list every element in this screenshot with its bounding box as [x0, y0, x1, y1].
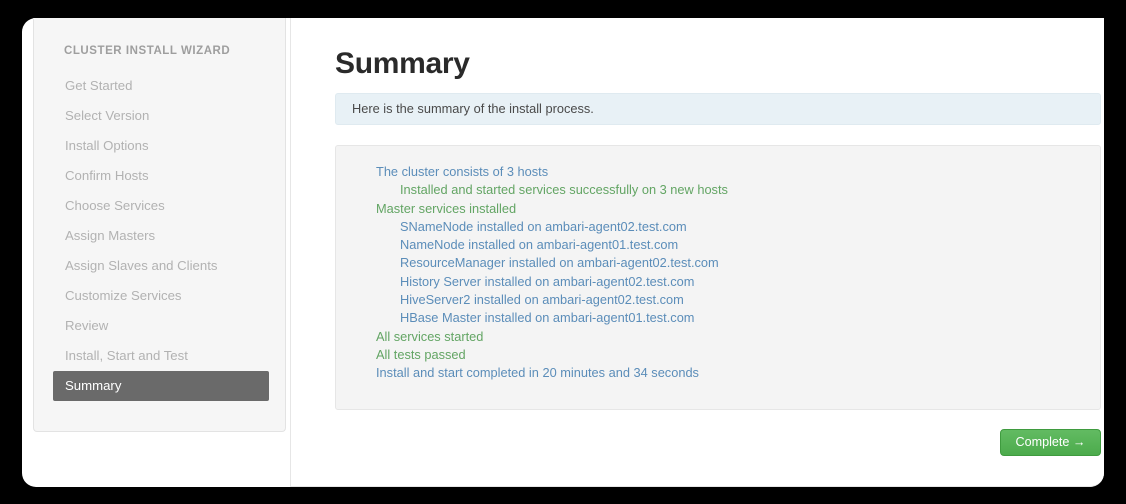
summary-line: NameNode installed on ambari-agent01.tes…	[400, 237, 679, 253]
sidebar-nav-list: Get Started Select Version Install Options…	[53, 71, 269, 401]
summary-line: All services started	[376, 328, 484, 344]
wizard-page: CLUSTER INSTALL WIZARD Get Started Select…	[22, 18, 1104, 487]
sidebar-item-assign-masters[interactable]: Assign Masters	[53, 221, 269, 251]
summary-line: HBase Master installed on ambari-agent01…	[400, 310, 695, 326]
sidebar-item-install-options[interactable]: Install Options	[53, 131, 269, 161]
complete-button[interactable]: Complete →	[1000, 429, 1101, 456]
sidebar-item-select-version[interactable]: Select Version	[53, 101, 269, 131]
summary-line: History Server installed on ambari-agent…	[400, 273, 695, 289]
sidebar-item-choose-services[interactable]: Choose Services	[53, 191, 269, 221]
sidebar-item-get-started[interactable]: Get Started	[53, 71, 269, 101]
summary-line: Installed and started services successfu…	[400, 182, 728, 198]
sidebar-item-install-start-and-test[interactable]: Install, Start and Test	[53, 341, 269, 371]
main-content: Summary Here is the summary of the insta…	[290, 18, 1104, 487]
summary-panel: The cluster consists of 3 hosts Installed…	[335, 145, 1101, 410]
summary-line: The cluster consists of 3 hosts	[376, 164, 549, 179]
info-alert-text: Here is the summary of the install proce…	[352, 101, 594, 116]
summary-line: HiveServer2 installed on ambari-agent02.…	[400, 292, 684, 308]
sidebar-item-customize-services[interactable]: Customize Services	[53, 281, 269, 311]
sidebar-item-review[interactable]: Review	[53, 311, 269, 341]
sidebar: CLUSTER INSTALL WIZARD Get Started Select…	[33, 18, 286, 432]
sidebar-item-confirm-hosts[interactable]: Confirm Hosts	[53, 161, 269, 191]
summary-line: All tests passed	[376, 346, 466, 362]
sidebar-item-summary[interactable]: Summary	[53, 371, 269, 401]
summary-line: Master services installed	[376, 200, 517, 216]
sidebar-item-assign-slaves-and-clients[interactable]: Assign Slaves and Clients	[53, 251, 269, 281]
info-alert-bar: Here is the summary of the install proce…	[335, 93, 1101, 125]
summary-line-list: The cluster consists of 3 hosts Installed…	[376, 163, 728, 383]
summary-line: SNameNode installed on ambari-agent02.te…	[400, 218, 687, 234]
summary-line: Install and start completed in 20 minute…	[376, 365, 699, 381]
page-title: Summary	[335, 47, 470, 80]
sidebar-title: CLUSTER INSTALL WIZARD	[64, 45, 231, 57]
summary-line: ResourceManager installed on ambari-agen…	[400, 255, 719, 271]
